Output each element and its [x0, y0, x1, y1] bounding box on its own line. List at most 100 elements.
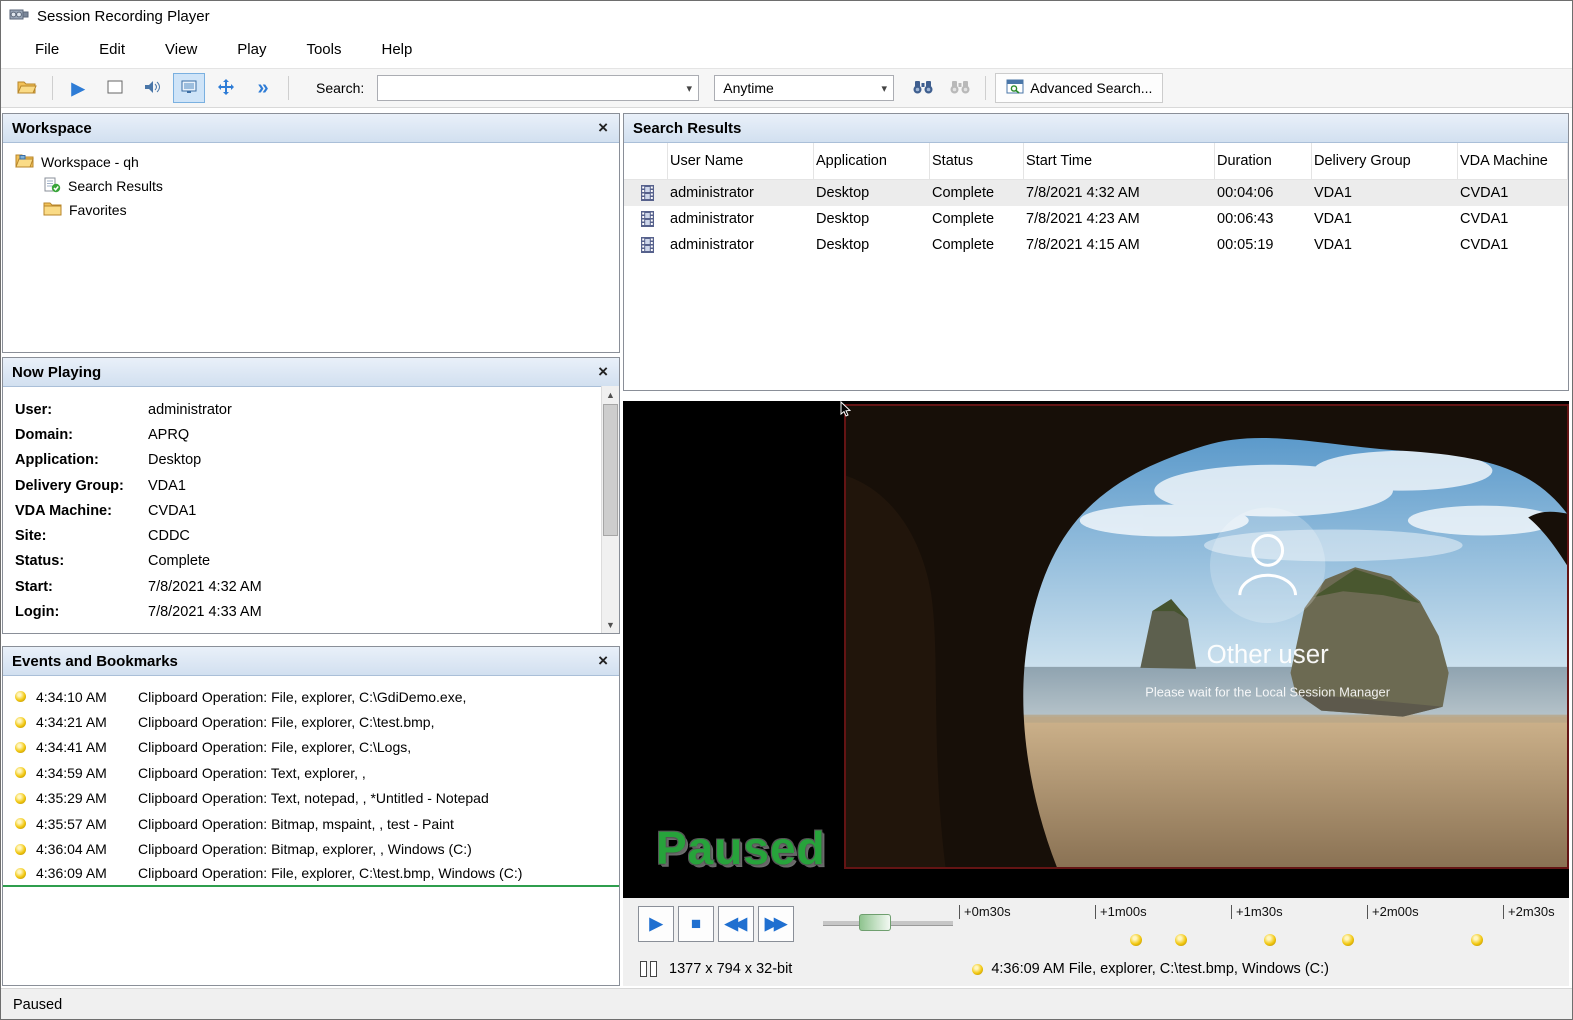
tree-item-label: Favorites: [69, 202, 127, 218]
cell-vda-machine[interactable]: CVDA1: [1458, 232, 1568, 258]
cell-user[interactable]: administrator: [668, 232, 814, 258]
binoculars-icon: [912, 79, 934, 98]
timeline-event-marker[interactable]: [1342, 934, 1354, 946]
column-header-user[interactable]: User Name: [668, 143, 814, 180]
cell-delivery-group[interactable]: VDA1: [1312, 232, 1458, 258]
time-filter-combobox[interactable]: Anytime ▾: [714, 75, 894, 101]
column-header-duration[interactable]: Duration: [1215, 143, 1312, 180]
cell-delivery-group[interactable]: VDA1: [1312, 206, 1458, 232]
search-previous-button[interactable]: [944, 73, 976, 103]
cell-duration[interactable]: 00:04:06: [1215, 180, 1312, 206]
cell-delivery-group[interactable]: VDA1: [1312, 180, 1458, 206]
detail-label: Start:: [15, 579, 148, 595]
play-button[interactable]: ▶: [638, 906, 674, 942]
menu-view[interactable]: View: [145, 36, 217, 63]
status-bar: Paused: [1, 988, 1572, 1020]
more-tools-button[interactable]: »: [247, 73, 279, 103]
event-item[interactable]: 4:36:04 AMClipboard Operation: Bitmap, e…: [3, 836, 619, 861]
audio-button[interactable]: [136, 73, 168, 103]
cell-start-time[interactable]: 7/8/2021 4:23 AM: [1024, 206, 1215, 232]
column-header-status[interactable]: Status: [930, 143, 1024, 180]
timeline-label: +0m30s: [959, 905, 1011, 919]
detail-value: 7/8/2021 4:32 AM: [148, 579, 262, 595]
speed-slider-handle[interactable]: [859, 914, 891, 931]
workspace-panel: Workspace × Workspace - qh Search Result…: [2, 113, 620, 353]
event-item[interactable]: 4:34:59 AMClipboard Operation: Text, exp…: [3, 760, 619, 785]
cell-vda-machine[interactable]: CVDA1: [1458, 206, 1568, 232]
timeline-event-marker[interactable]: [1264, 934, 1276, 946]
event-item[interactable]: 4:35:29 AMClipboard Operation: Text, not…: [3, 786, 619, 811]
menu-file[interactable]: File: [15, 36, 79, 63]
rewind-button[interactable]: ◀◀: [718, 906, 754, 942]
event-item[interactable]: 4:34:21 AMClipboard Operation: File, exp…: [3, 709, 619, 734]
favorites-folder-icon: [43, 201, 62, 219]
timeline-event-marker[interactable]: [1471, 934, 1483, 946]
search-combobox[interactable]: ▾: [377, 75, 699, 101]
scrollbar-thumb[interactable]: [603, 404, 618, 536]
close-icon[interactable]: ×: [596, 118, 610, 138]
scale-to-fit-button[interactable]: [173, 73, 205, 103]
recording-icon[interactable]: [624, 180, 668, 206]
column-header-vda-machine[interactable]: VDA Machine: [1458, 143, 1568, 180]
cell-duration[interactable]: 00:05:19: [1215, 232, 1312, 258]
fast-forward-button[interactable]: ▶▶: [758, 906, 794, 942]
cell-application[interactable]: Desktop: [814, 232, 930, 258]
menu-play[interactable]: Play: [217, 36, 286, 63]
now-playing-title: Now Playing: [12, 364, 101, 381]
search-go-button[interactable]: [907, 73, 939, 103]
frame-icon: [106, 79, 124, 98]
scroll-down-icon[interactable]: ▼: [602, 616, 619, 633]
detail-value: Desktop: [148, 452, 201, 468]
scroll-up-icon[interactable]: ▲: [602, 386, 619, 403]
status-text: Paused: [13, 997, 62, 1013]
tree-item-workspace-root[interactable]: Workspace - qh: [3, 150, 619, 174]
event-item[interactable]: 4:34:10 AMClipboard Operation: File, exp…: [3, 684, 619, 709]
menu-bar: File Edit View Play Tools Help: [1, 31, 1572, 69]
chevrons-icon: »: [257, 78, 268, 98]
timeline-label: +1m00s: [1095, 905, 1147, 919]
cell-start-time[interactable]: 7/8/2021 4:15 AM: [1024, 232, 1215, 258]
event-time: 4:36:04 AM: [36, 841, 128, 857]
search-dropdown-icon[interactable]: ▾: [680, 82, 698, 95]
menu-tools[interactable]: Tools: [286, 36, 361, 63]
recording-icon[interactable]: [624, 206, 668, 232]
now-playing-scrollbar[interactable]: ▲ ▼: [601, 386, 619, 633]
cell-status[interactable]: Complete: [930, 180, 1024, 206]
stop-button[interactable]: ■: [678, 906, 714, 942]
column-header-icon[interactable]: [624, 143, 668, 180]
close-icon[interactable]: ×: [596, 651, 610, 671]
pan-button[interactable]: [210, 73, 242, 103]
cell-application[interactable]: Desktop: [814, 206, 930, 232]
cell-vda-machine[interactable]: CVDA1: [1458, 180, 1568, 206]
time-filter-dropdown-icon[interactable]: ▾: [875, 82, 893, 95]
cell-status[interactable]: Complete: [930, 232, 1024, 258]
column-header-application[interactable]: Application: [814, 143, 930, 180]
cell-duration[interactable]: 00:06:43: [1215, 206, 1312, 232]
close-icon[interactable]: ×: [596, 362, 610, 382]
cell-status[interactable]: Complete: [930, 206, 1024, 232]
advanced-search-button[interactable]: Advanced Search...: [995, 73, 1163, 103]
frame-button[interactable]: [99, 73, 131, 103]
event-item[interactable]: 4:34:41 AMClipboard Operation: File, exp…: [3, 735, 619, 760]
cell-user[interactable]: administrator: [668, 206, 814, 232]
cell-start-time[interactable]: 7/8/2021 4:32 AM: [1024, 180, 1215, 206]
tree-item-favorites[interactable]: Favorites: [3, 198, 619, 222]
event-item-current[interactable]: 4:36:09 AMClipboard Operation: File, exp…: [3, 862, 619, 887]
play-button-toolbar[interactable]: ▶: [62, 73, 94, 103]
column-header-delivery-group[interactable]: Delivery Group: [1312, 143, 1458, 180]
tree-item-search-results[interactable]: Search Results: [3, 174, 619, 198]
recording-icon[interactable]: [624, 232, 668, 258]
event-item[interactable]: 4:35:57 AMClipboard Operation: Bitmap, m…: [3, 811, 619, 836]
open-file-button[interactable]: [11, 73, 43, 103]
search-input[interactable]: [378, 78, 680, 98]
timeline-event-marker[interactable]: [1175, 934, 1187, 946]
event-marker-icon: [15, 793, 26, 804]
cell-user[interactable]: administrator: [668, 180, 814, 206]
column-header-start-time[interactable]: Start Time: [1024, 143, 1215, 180]
cell-application[interactable]: Desktop: [814, 180, 930, 206]
detail-value: VDA1: [148, 478, 186, 494]
menu-help[interactable]: Help: [362, 36, 433, 63]
events-panel-header: Events and Bookmarks ×: [3, 647, 619, 676]
timeline-event-marker[interactable]: [1130, 934, 1142, 946]
menu-edit[interactable]: Edit: [79, 36, 145, 63]
